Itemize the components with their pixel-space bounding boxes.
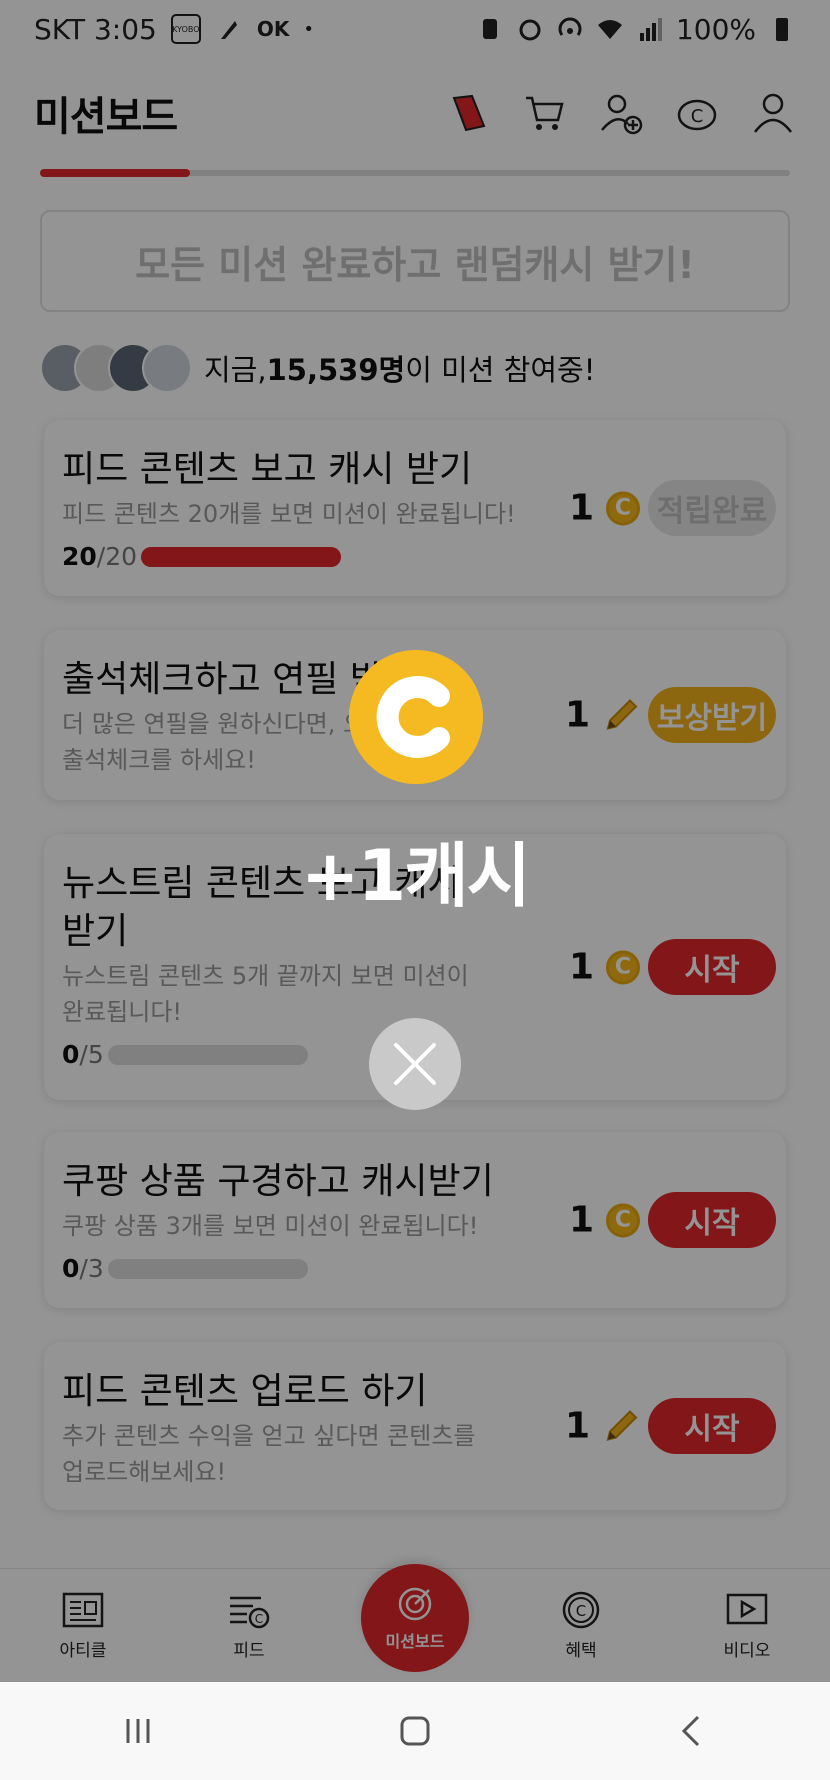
reward-popup-text: +1캐시 xyxy=(300,835,531,917)
back-icon[interactable] xyxy=(672,1711,712,1751)
cash-c-icon xyxy=(349,650,483,784)
recent-apps-icon[interactable] xyxy=(118,1711,158,1751)
home-icon[interactable] xyxy=(395,1711,435,1751)
big-cash-coin-icon xyxy=(349,650,483,784)
close-icon xyxy=(394,1043,436,1085)
status-bar-dim xyxy=(0,0,830,58)
system-nav-bar xyxy=(0,1682,830,1780)
close-popup-button[interactable] xyxy=(369,1018,461,1110)
